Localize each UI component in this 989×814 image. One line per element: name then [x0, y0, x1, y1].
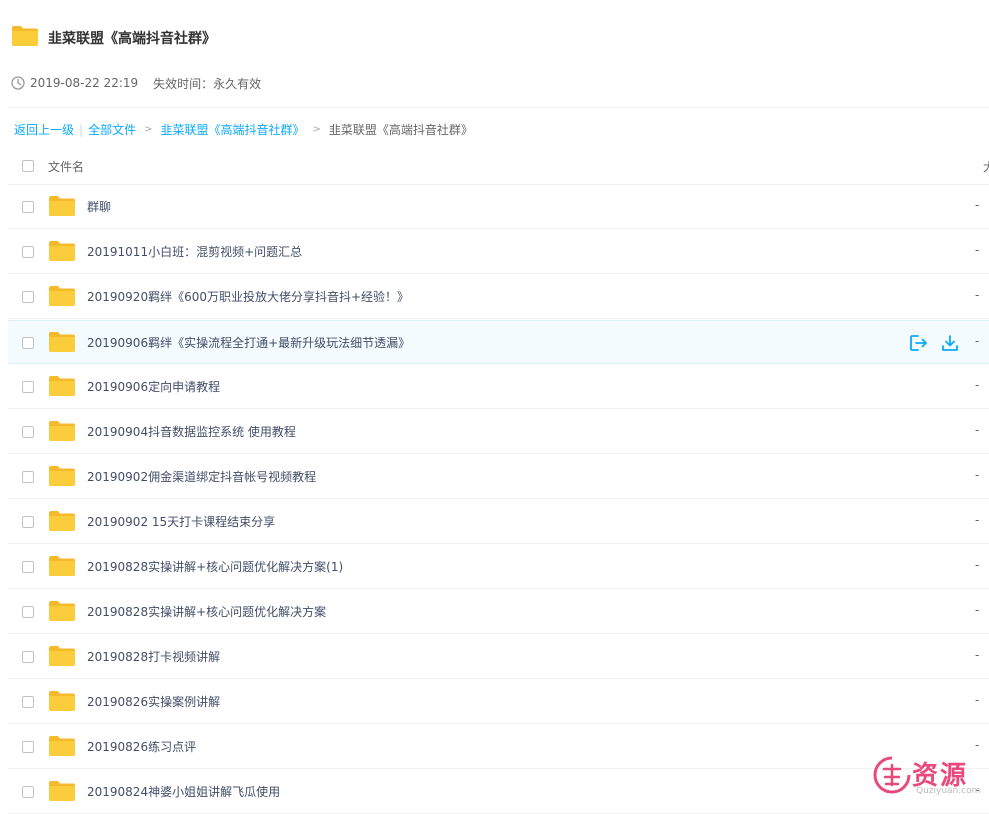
share-meta: 2019-08-22 22:19 失效时间：永久有效 [11, 75, 261, 91]
column-size[interactable]: 大 [983, 158, 989, 175]
row-checkbox[interactable] [22, 651, 34, 663]
download-icon[interactable] [941, 334, 959, 356]
folder-icon [48, 555, 76, 581]
folder-icon [48, 780, 76, 806]
watermark-logo-icon [872, 755, 912, 795]
row-checkbox[interactable] [22, 337, 34, 349]
table-row[interactable]: 20190920羁绊《600万职业投放大佬分享抖音抖+经验！》 - [8, 275, 989, 319]
table-row[interactable]: 20190902佣金渠道绑定抖音帐号视频教程 - [8, 455, 989, 499]
row-checkbox[interactable] [22, 606, 34, 618]
current-folder: 韭菜联盟《高端抖音社群》 [328, 123, 473, 137]
file-size: - [975, 288, 980, 302]
share-header: 韭菜联盟《高端抖音社群》 [0, 0, 989, 72]
file-name[interactable]: 20190828实操讲解+核心问题优化解决方案(1) [87, 558, 343, 575]
file-size: - [975, 648, 980, 662]
share-date: 2019-08-22 22:19 [30, 76, 139, 90]
file-size: - [975, 243, 980, 257]
file-name[interactable]: 群聊 [87, 198, 111, 215]
folder-icon [48, 465, 76, 491]
file-size: - [975, 378, 980, 392]
back-link[interactable]: 返回上一级 [14, 121, 74, 138]
file-size: - [975, 693, 980, 707]
share-expire: 失效时间：永久有效 [153, 76, 262, 91]
file-size: - [975, 513, 980, 527]
row-checkbox[interactable] [22, 471, 34, 483]
folder-icon [48, 375, 76, 401]
file-name[interactable]: 20190906定向申请教程 [87, 378, 220, 395]
row-checkbox[interactable] [22, 561, 34, 573]
row-checkbox[interactable] [22, 246, 34, 258]
table-row[interactable]: 20191011小白班：混剪视频+问题汇总 - [8, 230, 989, 274]
list-header: 文件名 大 [8, 148, 989, 185]
table-row[interactable]: 20190824神婆小姐姐讲解飞瓜使用 - [8, 770, 989, 814]
file-name[interactable]: 20190828实操讲解+核心问题优化解决方案 [87, 603, 326, 620]
save-to-icon[interactable] [909, 334, 929, 356]
file-name[interactable]: 20190906羁绊《实操流程全打通+最新升级玩法细节透漏》 [87, 334, 410, 351]
row-checkbox[interactable] [22, 291, 34, 303]
row-checkbox[interactable] [22, 696, 34, 708]
table-row[interactable]: 20190904抖音数据监控系统 使用教程 - [8, 410, 989, 454]
file-size: - [975, 603, 980, 617]
file-name[interactable]: 20190902佣金渠道绑定抖音帐号视频教程 [87, 468, 316, 485]
table-row[interactable]: 群聊 - [8, 185, 989, 229]
row-actions [909, 334, 959, 356]
table-row[interactable]: 20190828实操讲解+核心问题优化解决方案(1) - [8, 545, 989, 589]
table-row[interactable]: 20190902 15天打卡课程结束分享 - [8, 500, 989, 544]
folder-icon [48, 285, 76, 311]
folder-icon [11, 25, 39, 51]
row-checkbox[interactable] [22, 426, 34, 438]
file-name[interactable]: 20190828打卡视频讲解 [87, 648, 220, 665]
table-row[interactable]: 20190826实操案例讲解 - [8, 680, 989, 724]
select-all-checkbox[interactable] [22, 160, 34, 172]
table-row[interactable]: 20190828实操讲解+核心问题优化解决方案 - [8, 590, 989, 634]
file-name[interactable]: 20191011小白班：混剪视频+问题汇总 [87, 243, 302, 260]
file-name[interactable]: 20190826实操案例讲解 [87, 693, 220, 710]
column-filename[interactable]: 文件名 [48, 158, 84, 175]
table-row[interactable]: 20190828打卡视频讲解 - [8, 635, 989, 679]
file-size: - [975, 423, 980, 437]
folder-icon [48, 331, 76, 357]
breadcrumb: 返回上一级 | 全部文件 > 韭菜联盟《高端抖音社群》 > 韭菜联盟《高端抖音社… [14, 121, 473, 138]
divider [8, 107, 989, 108]
file-size: - [975, 738, 980, 752]
folder-icon [48, 600, 76, 626]
row-checkbox[interactable] [22, 381, 34, 393]
file-size: - [975, 468, 980, 482]
folder-icon [48, 735, 76, 761]
file-name[interactable]: 20190920羁绊《600万职业投放大佬分享抖音抖+经验！》 [87, 288, 409, 305]
folder-icon [48, 645, 76, 671]
all-files-link[interactable]: 全部文件 [88, 121, 136, 138]
parent-folder-link[interactable]: 韭菜联盟《高端抖音社群》 [160, 121, 304, 138]
folder-icon [48, 195, 76, 221]
folder-icon [48, 690, 76, 716]
file-name[interactable]: 20190902 15天打卡课程结束分享 [87, 513, 275, 530]
breadcrumb-arrow-icon: > [312, 124, 321, 135]
row-checkbox[interactable] [22, 201, 34, 213]
table-row[interactable]: 20190906定向申请教程 - [8, 365, 989, 409]
row-checkbox[interactable] [22, 516, 34, 528]
folder-icon [48, 420, 76, 446]
watermark: 资源 Quziyuan.com [872, 753, 989, 800]
watermark-url: Quziyuan.com [916, 786, 981, 796]
table-row[interactable]: 20190906羁绊《实操流程全打通+最新升级玩法细节透漏》 - [8, 320, 989, 364]
breadcrumb-arrow-icon: > [144, 124, 153, 135]
file-size: - [975, 198, 980, 212]
table-row[interactable]: 20190826练习点评 - [8, 725, 989, 769]
breadcrumb-separator: | [79, 122, 84, 137]
share-title: 韭菜联盟《高端抖音社群》 [48, 31, 216, 47]
folder-icon [48, 510, 76, 536]
file-name[interactable]: 20190826练习点评 [87, 738, 196, 755]
folder-icon [48, 240, 76, 266]
clock-icon [11, 76, 25, 90]
file-size: - [975, 334, 980, 348]
file-name[interactable]: 20190904抖音数据监控系统 使用教程 [87, 423, 296, 440]
file-size: - [975, 558, 980, 572]
row-checkbox[interactable] [22, 786, 34, 798]
row-checkbox[interactable] [22, 741, 34, 753]
file-name[interactable]: 20190824神婆小姐姐讲解飞瓜使用 [87, 783, 280, 800]
